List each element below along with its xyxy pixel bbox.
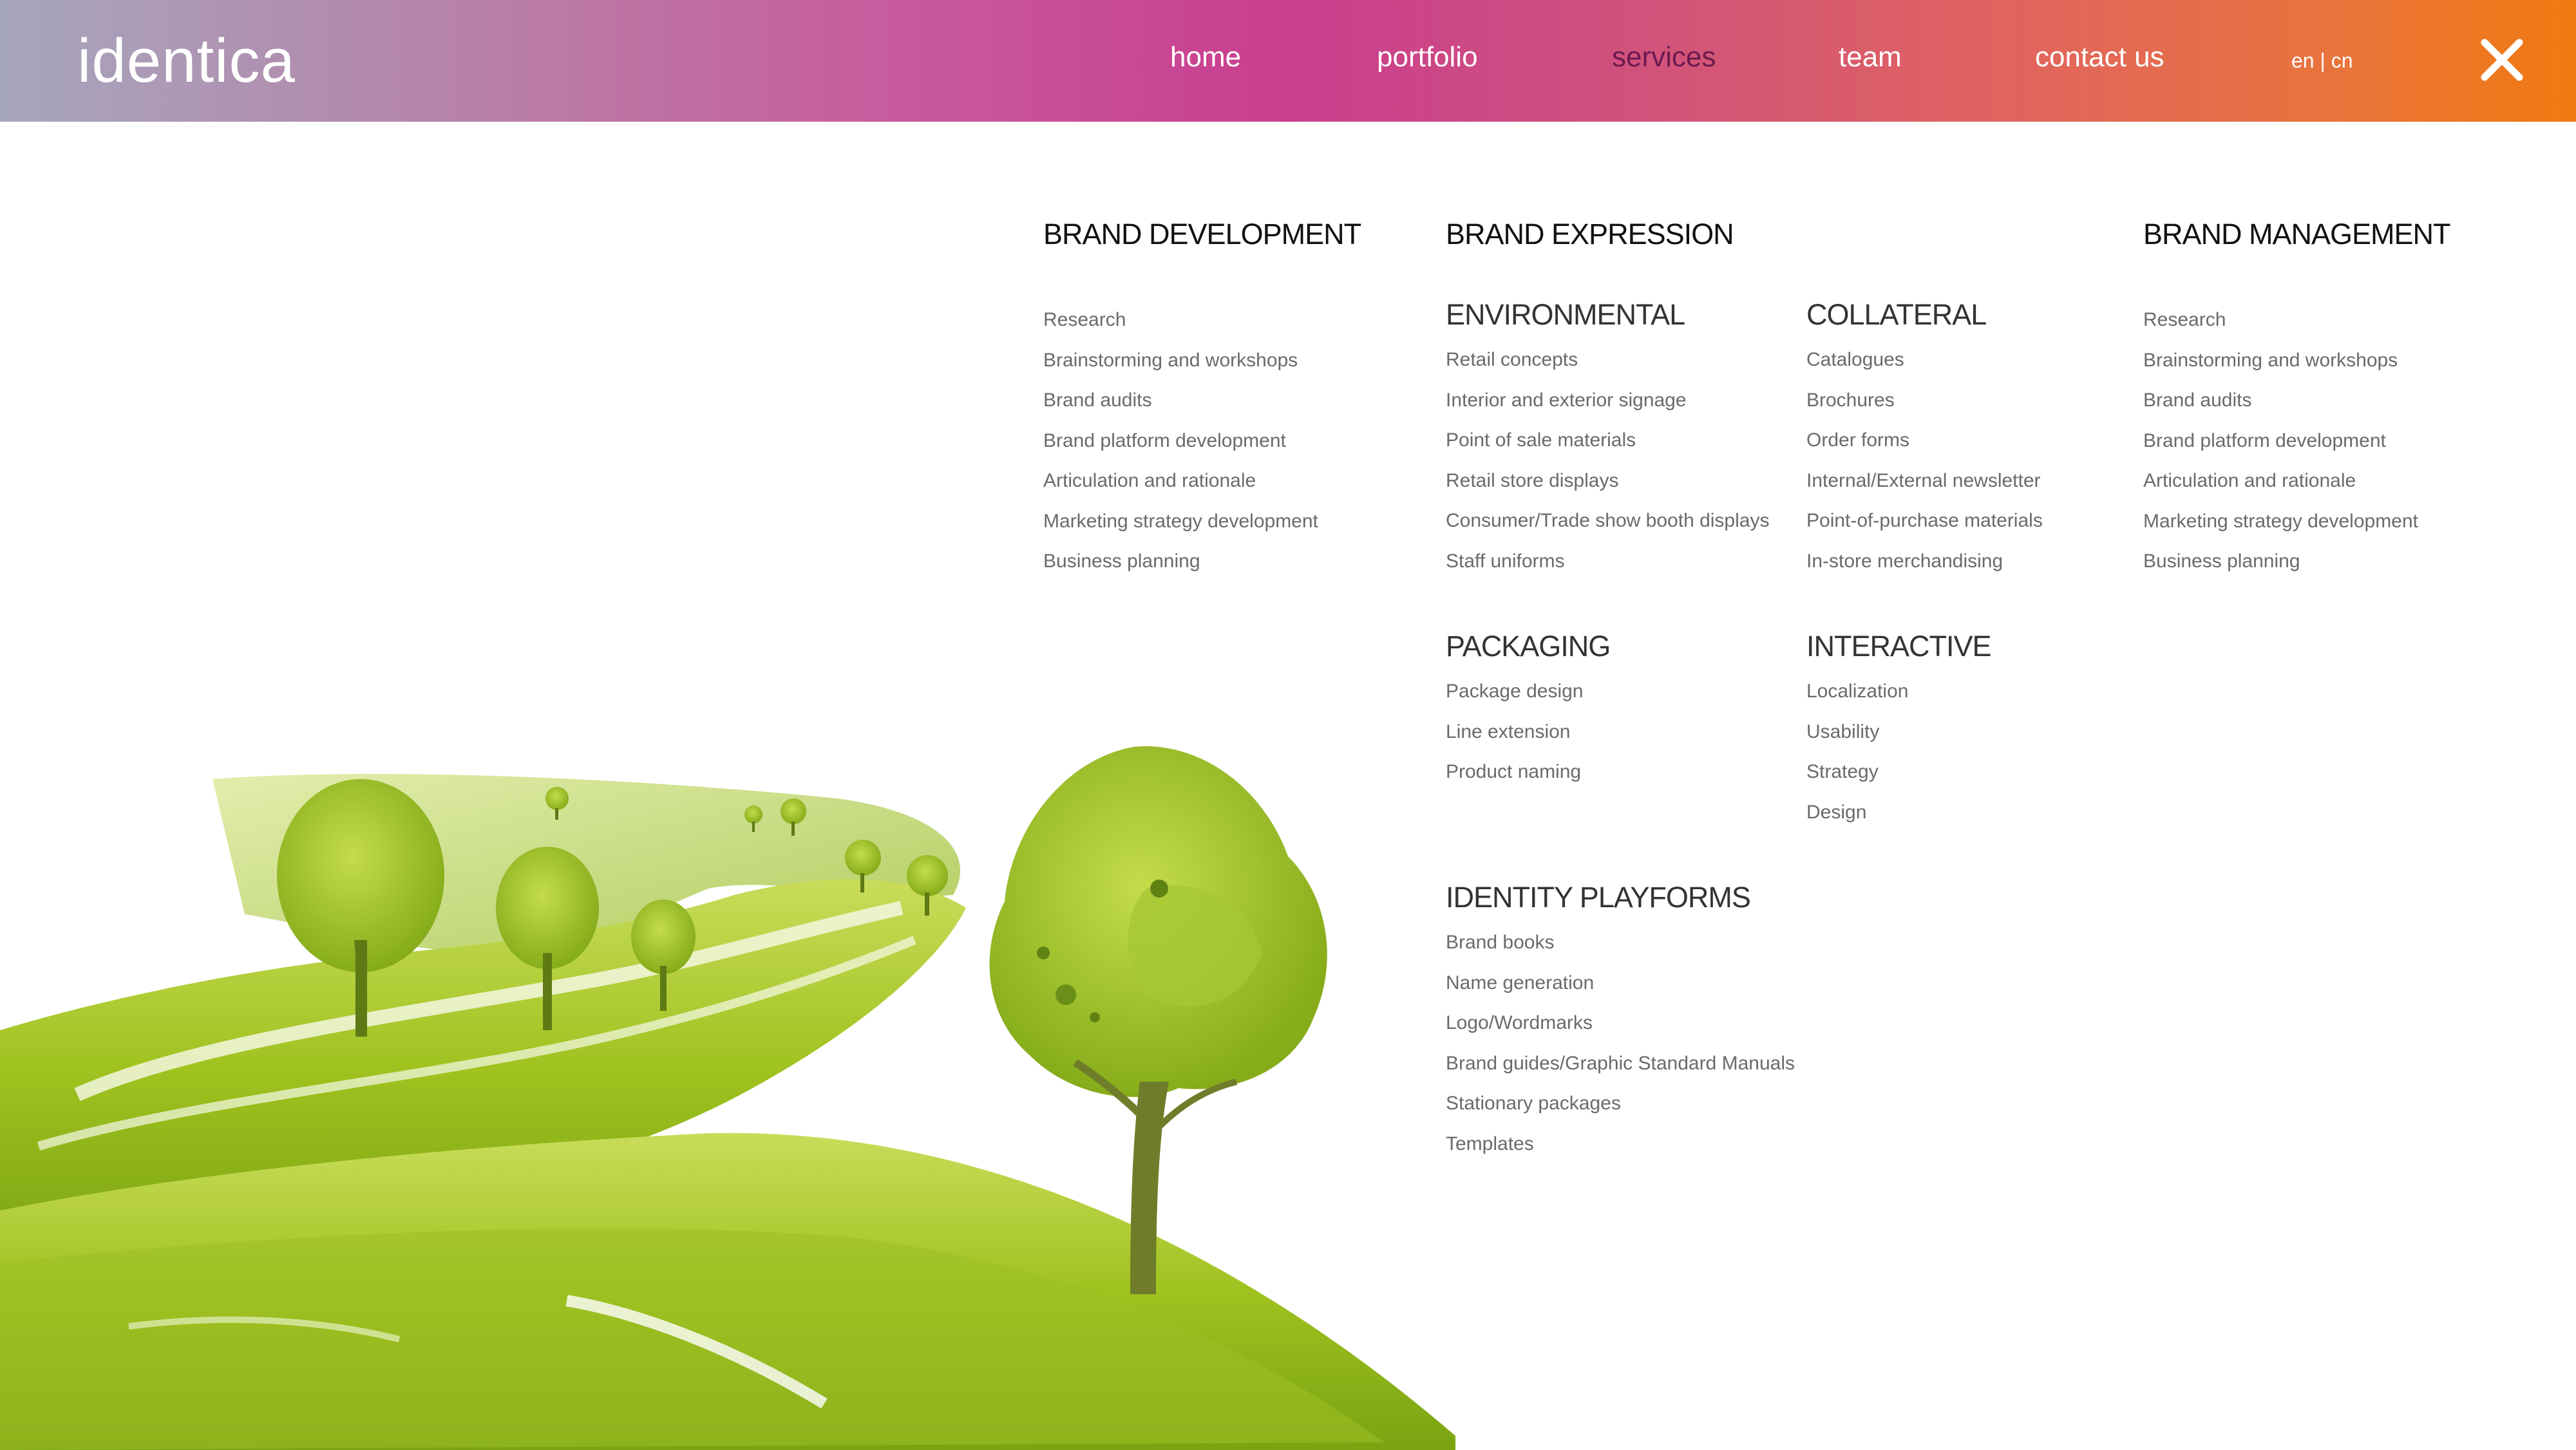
brand-development-heading: BRAND DEVELOPMENT bbox=[1043, 218, 1361, 250]
list-item[interactable]: Stationary packages bbox=[1446, 1084, 1795, 1124]
language-switcher: en | cn bbox=[2291, 49, 2353, 73]
list-item[interactable]: Brand audits bbox=[1043, 381, 1318, 421]
list-item[interactable]: Templates bbox=[1446, 1124, 1795, 1165]
list-item[interactable]: Brand audits bbox=[2143, 381, 2418, 421]
collateral-heading: COLLATERAL bbox=[1806, 298, 1987, 331]
top-navigation-bar: identica home portfolio services team co… bbox=[0, 0, 2576, 122]
list-item[interactable]: Name generation bbox=[1446, 963, 1795, 1004]
list-item[interactable]: Brand platform development bbox=[2143, 421, 2418, 462]
list-item[interactable]: Brand platform development bbox=[1043, 421, 1318, 462]
nav-home[interactable]: home bbox=[1170, 41, 1241, 73]
list-item[interactable]: Brand books bbox=[1446, 923, 1795, 963]
brand-development-list: Research Brainstorming and workshops Bra… bbox=[1043, 300, 1318, 582]
logo[interactable]: identica bbox=[77, 26, 296, 97]
list-item[interactable]: Articulation and rationale bbox=[2143, 461, 2418, 502]
list-item[interactable]: Brochures bbox=[1806, 381, 2043, 421]
identity-platforms-heading: IDENTITY PLAYFORMS bbox=[1446, 881, 1751, 914]
nav-contact-us[interactable]: contact us bbox=[2035, 41, 2164, 73]
list-item[interactable]: Consumer/Trade show booth displays bbox=[1446, 501, 1769, 541]
interactive-heading: INTERACTIVE bbox=[1806, 630, 1992, 663]
list-item[interactable]: Research bbox=[1043, 300, 1318, 341]
packaging-heading: PACKAGING bbox=[1446, 630, 1611, 663]
brand-expression-heading: BRAND EXPRESSION bbox=[1446, 218, 1734, 250]
list-item[interactable]: Point of sale materials bbox=[1446, 420, 1769, 461]
list-item[interactable]: Strategy bbox=[1806, 752, 1908, 793]
list-item[interactable]: Interior and exterior signage bbox=[1446, 381, 1769, 421]
environmental-heading: ENVIRONMENTAL bbox=[1446, 298, 1685, 331]
list-item[interactable]: Internal/External newsletter bbox=[1806, 461, 2043, 502]
close-button[interactable] bbox=[2479, 37, 2524, 82]
list-item[interactable]: Catalogues bbox=[1806, 340, 2043, 381]
list-item[interactable]: Brainstorming and workshops bbox=[1043, 341, 1318, 381]
lang-separator: | bbox=[2320, 49, 2325, 72]
nav-portfolio[interactable]: portfolio bbox=[1377, 41, 1478, 73]
list-item[interactable]: Brainstorming and workshops bbox=[2143, 341, 2418, 381]
list-item[interactable]: Retail concepts bbox=[1446, 340, 1769, 381]
list-item[interactable]: Research bbox=[2143, 300, 2418, 341]
lang-cn[interactable]: cn bbox=[2331, 49, 2353, 72]
nav-team[interactable]: team bbox=[1839, 41, 1902, 73]
list-item[interactable]: Usability bbox=[1806, 712, 1908, 753]
list-item[interactable]: Brand guides/Graphic Standard Manuals bbox=[1446, 1044, 1795, 1084]
list-item[interactable]: Retail store displays bbox=[1446, 461, 1769, 502]
environmental-list: Retail concepts Interior and exterior si… bbox=[1446, 340, 1769, 581]
interactive-list: Localization Usability Strategy Design bbox=[1806, 672, 1908, 833]
list-item[interactable]: Business planning bbox=[2143, 541, 2418, 582]
nav-services[interactable]: services bbox=[1612, 41, 1716, 73]
identity-platforms-list: Brand books Name generation Logo/Wordmar… bbox=[1446, 923, 1795, 1164]
list-item[interactable]: Localization bbox=[1806, 672, 1908, 712]
landscape-illustration bbox=[0, 746, 1455, 1450]
list-item[interactable]: Logo/Wordmarks bbox=[1446, 1003, 1795, 1044]
close-icon bbox=[2481, 39, 2523, 81]
list-item[interactable]: Business planning bbox=[1043, 541, 1318, 582]
list-item[interactable]: Marketing strategy development bbox=[1043, 502, 1318, 542]
list-item[interactable]: Design bbox=[1806, 793, 1908, 833]
brand-management-heading: BRAND MANAGEMENT bbox=[2143, 218, 2451, 250]
list-item[interactable]: Point-of-purchase materials bbox=[1806, 501, 2043, 541]
list-item[interactable]: In-store merchandising bbox=[1806, 541, 2043, 582]
brand-management-list: Research Brainstorming and workshops Bra… bbox=[2143, 300, 2418, 582]
collateral-list: Catalogues Brochures Order forms Interna… bbox=[1806, 340, 2043, 581]
list-item[interactable]: Order forms bbox=[1806, 420, 2043, 461]
list-item[interactable]: Articulation and rationale bbox=[1043, 461, 1318, 502]
lang-en[interactable]: en bbox=[2291, 49, 2315, 72]
list-item[interactable]: Marketing strategy development bbox=[2143, 502, 2418, 542]
list-item[interactable]: Staff uniforms bbox=[1446, 541, 1769, 582]
